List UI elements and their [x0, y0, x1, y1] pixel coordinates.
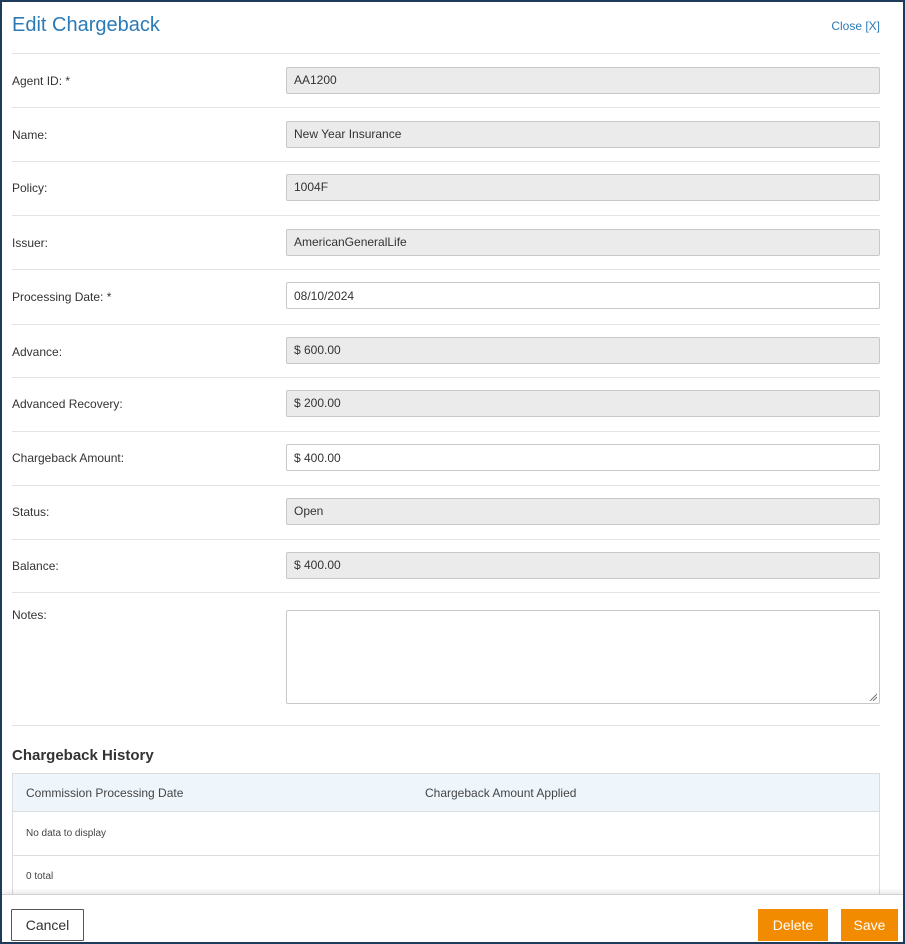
name-field: New Year Insurance — [286, 121, 880, 148]
notes-label: Notes: — [12, 608, 47, 622]
chargeback-amount-input[interactable] — [286, 444, 880, 471]
processing-date-row: Processing Date: * — [12, 270, 880, 325]
processing-date-input[interactable] — [286, 282, 880, 309]
issuer-field: AmericanGeneralLife — [286, 229, 880, 256]
close-link[interactable]: Close [X] — [831, 19, 880, 33]
advanced-recovery-field: $ 200.00 — [286, 390, 880, 417]
save-button[interactable]: Save — [841, 909, 898, 941]
chargeback-amount-label: Chargeback Amount: — [12, 451, 125, 465]
issuer-label: Issuer: — [12, 236, 49, 250]
edit-chargeback-dialog: Edit Chargeback Close [X] Agent ID: * AA… — [0, 0, 905, 944]
dialog-header: Edit Chargeback Close [X] — [12, 2, 880, 54]
processing-date-label: Processing Date: * — [12, 290, 112, 304]
notes-textarea[interactable] — [286, 610, 880, 704]
column-commission-processing-date[interactable]: Commission Processing Date — [26, 786, 183, 800]
no-data-text: No data to display — [26, 828, 107, 839]
name-row: Name: New Year Insurance — [12, 108, 880, 162]
column-chargeback-amount-applied[interactable]: Chargeback Amount Applied — [425, 786, 576, 800]
advanced-recovery-label: Advanced Recovery: — [12, 397, 123, 411]
dialog-footer: Cancel Delete Save — [2, 894, 903, 942]
agent-id-field: AA1200 — [286, 67, 880, 94]
status-row: Status: Open — [12, 486, 880, 540]
chargeback-history-title: Chargeback History — [12, 747, 154, 764]
issuer-row: Issuer: AmericanGeneralLife — [12, 216, 880, 270]
chargeback-history-grid: Commission Processing Date Chargeback Am… — [12, 773, 880, 897]
agent-id-row: Agent ID: * AA1200 — [12, 54, 880, 108]
policy-row: Policy: 1004F — [12, 162, 880, 216]
chargeback-amount-row: Chargeback Amount: — [12, 432, 880, 486]
grid-header: Commission Processing Date Chargeback Am… — [13, 774, 879, 812]
status-label: Status: — [12, 505, 50, 519]
balance-label: Balance: — [12, 559, 59, 573]
advance-field: $ 600.00 — [286, 337, 880, 364]
cancel-button[interactable]: Cancel — [11, 909, 84, 941]
balance-field: $ 400.00 — [286, 552, 880, 579]
dialog-title: Edit Chargeback — [12, 14, 160, 36]
name-label: Name: — [12, 128, 48, 142]
policy-label: Policy: — [12, 181, 48, 195]
grid-empty-row: No data to display — [13, 812, 879, 856]
delete-button[interactable]: Delete — [758, 909, 828, 941]
resize-grip-icon[interactable] — [869, 693, 877, 701]
grid-footer: 0 total — [13, 856, 879, 896]
policy-field: 1004F — [286, 174, 880, 201]
advance-row: Advance: $ 600.00 — [12, 325, 880, 378]
status-field: Open — [286, 498, 880, 525]
balance-row: Balance: $ 400.00 — [12, 540, 880, 593]
notes-row: Notes: — [12, 593, 880, 726]
advance-label: Advance: — [12, 345, 63, 359]
total-count: 0 total — [26, 871, 54, 882]
advanced-recovery-row: Advanced Recovery: $ 200.00 — [12, 378, 880, 432]
agent-id-label: Agent ID: * — [12, 74, 71, 88]
